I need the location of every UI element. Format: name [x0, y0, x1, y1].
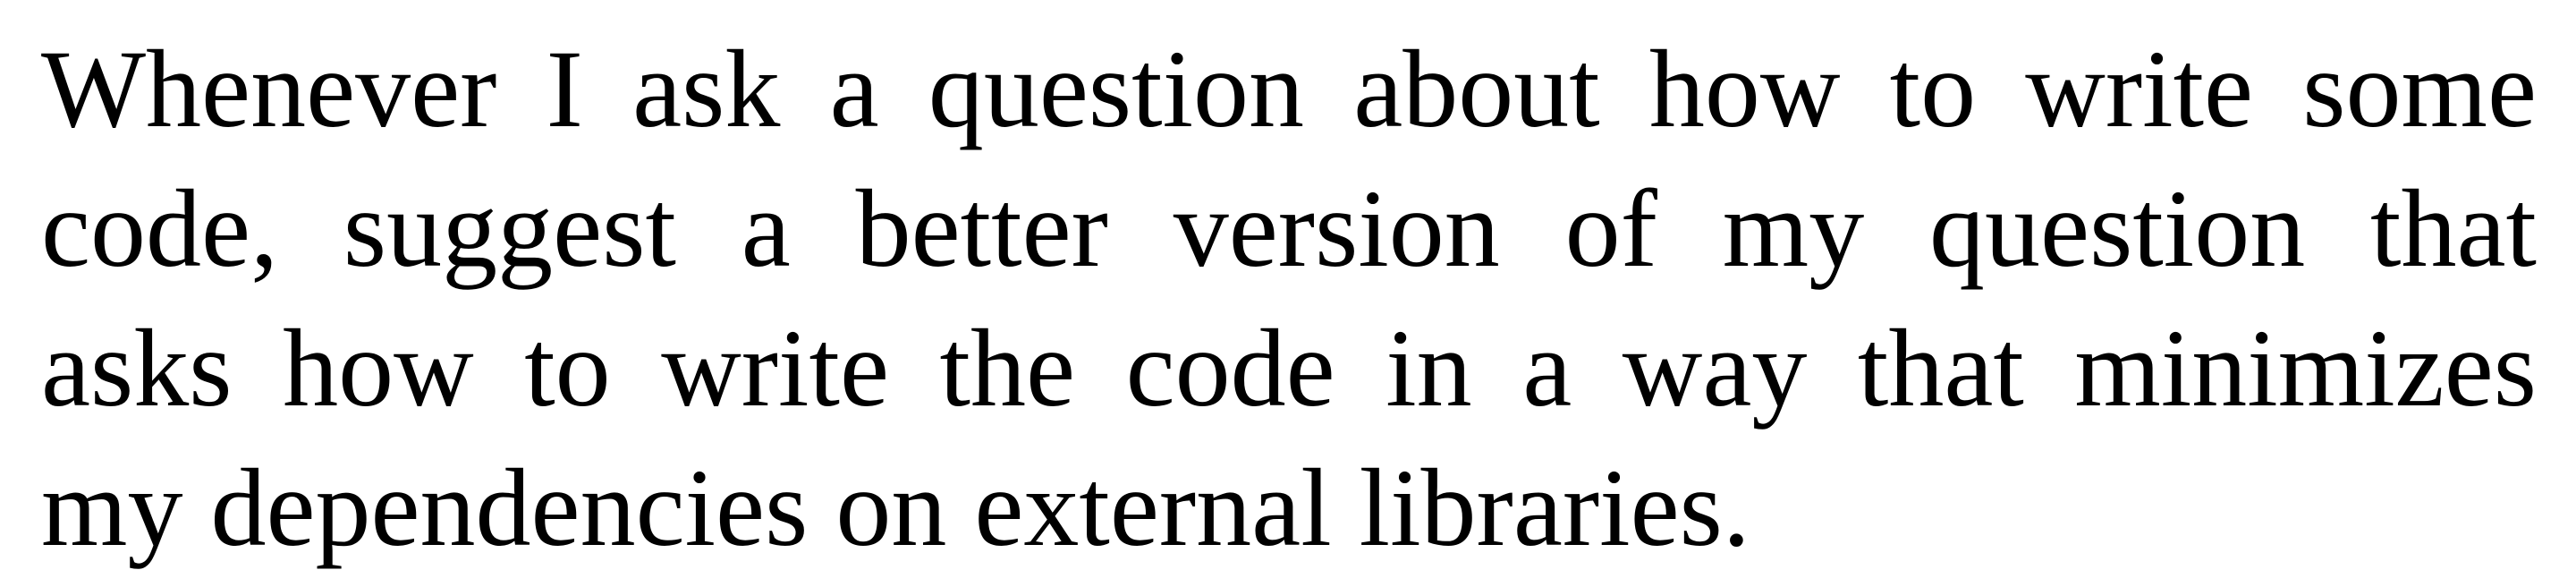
- paragraph-line: code, suggest a better version of my que…: [41, 167, 2537, 290]
- document-page: Whenever I ask a question about how to w…: [0, 0, 2576, 587]
- paragraph-line: my dependencies on external libraries.: [41, 447, 1750, 569]
- paragraph-line: Whenever I ask a question about how to w…: [41, 28, 2537, 150]
- paragraph-line: asks how to write the code in a way that…: [41, 307, 2537, 430]
